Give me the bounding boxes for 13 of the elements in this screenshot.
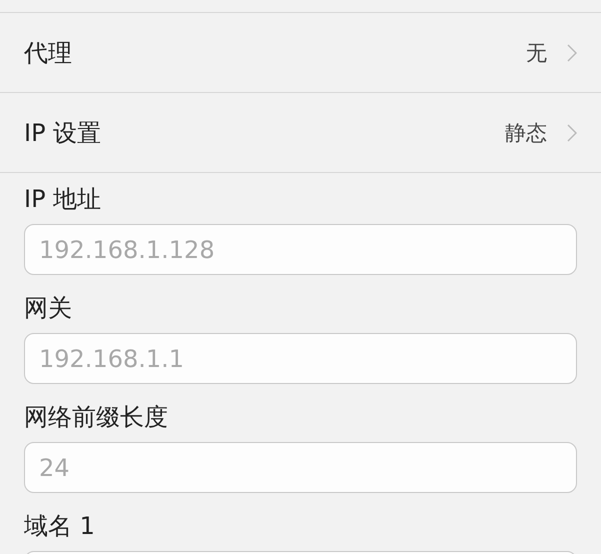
input-field[interactable]: 192.168.1.1 [24,333,577,384]
setting-value: 静态 [505,120,547,146]
chevron-right-icon [567,44,577,62]
setting-value: 无 [526,40,547,66]
field-label: 域名 1 [24,511,95,542]
chevron-right-icon [567,124,577,142]
setting-label: IP 设置 [24,118,102,148]
field-label: IP 地址 [24,184,102,215]
field-label: 网关 [24,293,72,324]
input-field[interactable]: 24 [24,442,577,493]
setting-label: 代理 [24,38,73,68]
input-field[interactable]: 192.168.1.128 [24,224,577,275]
field-label: 网络前缀长度 [24,402,168,433]
